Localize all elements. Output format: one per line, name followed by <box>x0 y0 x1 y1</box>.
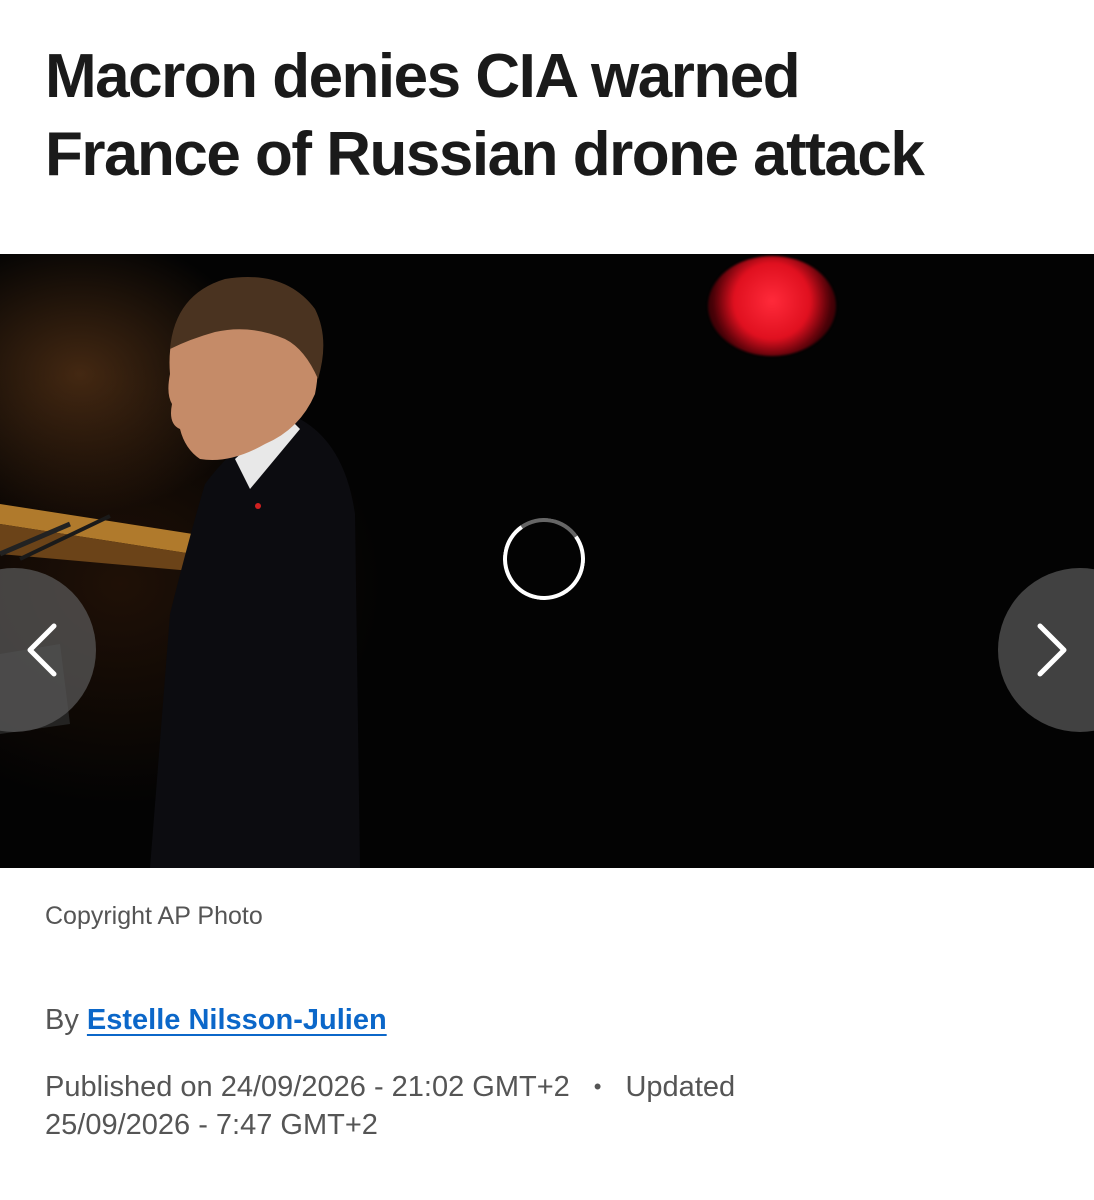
date-separator: • <box>593 1074 602 1099</box>
photo-gallery[interactable] <box>0 254 1094 868</box>
updated-label: Updated <box>625 1071 736 1103</box>
speaker-figure <box>0 277 360 868</box>
article-headline: Macron denies CIA warned France of Russi… <box>45 38 1055 194</box>
author-link[interactable]: Estelle Nilsson-Julien <box>87 1004 387 1036</box>
red-stage-light <box>708 256 836 356</box>
article-page: Macron denies CIA warned France of Russi… <box>0 0 1094 1200</box>
photo-caption: Copyright AP Photo <box>45 902 263 930</box>
byline: By Estelle Nilsson-Julien <box>45 1004 387 1037</box>
article-dates: Published on 24/09/2026 - 21:02 GMT+2 • Up… <box>45 1068 945 1144</box>
byline-prefix: By <box>45 1004 79 1036</box>
headline-line-2: France of Russian drone attack <box>45 120 925 189</box>
updated-date: 25/09/2026 - 7:47 GMT+2 <box>45 1109 378 1141</box>
chevron-left-icon <box>27 623 57 677</box>
chevron-right-icon <box>1037 623 1067 677</box>
published-date: Published on 24/09/2026 - 21:02 GMT+2 <box>45 1071 570 1103</box>
headline-line-1: Macron denies CIA warned <box>45 42 801 111</box>
